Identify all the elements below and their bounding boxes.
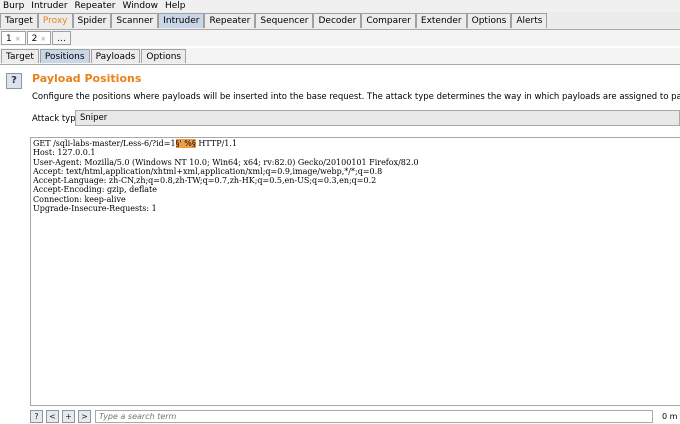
request-header: Host: 127.0.0.1 [33, 148, 96, 158]
tab-intruder-options[interactable]: Options [141, 49, 187, 63]
session-tab-label: 2 [31, 34, 38, 44]
request-header: Upgrade-Insecure-Requests: 1 [33, 204, 157, 214]
new-session-tab[interactable]: ... [52, 31, 71, 45]
search-bar: ? < + > 0 m [30, 409, 680, 424]
request-editor[interactable]: GET /sqli-labs-master/Less-6/?id=1§' %§ … [30, 137, 680, 406]
menu-help[interactable]: Help [162, 0, 190, 12]
tab-options[interactable]: Options [466, 13, 512, 28]
request-line-text: GET /sqli-labs-master/Less-6/?id=1 [33, 139, 176, 148]
tab-comparer[interactable]: Comparer [361, 13, 416, 28]
request-header: Connection: keep-alive [33, 194, 126, 204]
session-tab-label: 1 [6, 34, 12, 44]
request-header: Accept-Language: zh-CN,zh;q=0.8,zh-TW;q=… [33, 176, 377, 186]
tab-proxy[interactable]: Proxy [37, 13, 73, 28]
request-header: Accept: text/html,application/xhtml+xml,… [33, 166, 383, 176]
tab-positions[interactable]: Positions [39, 49, 90, 63]
next-button[interactable]: > [78, 410, 91, 423]
help-icon[interactable]: ? [6, 73, 22, 89]
add-button[interactable]: + [62, 410, 75, 423]
search-help-button[interactable]: ? [30, 410, 43, 423]
tab-repeater[interactable]: Repeater [204, 13, 256, 28]
tab-intruder[interactable]: Intruder [158, 13, 205, 28]
intruder-tab-bar: Target Positions Payloads Options [0, 48, 680, 65]
tab-scanner[interactable]: Scanner [111, 13, 159, 28]
tab-extender[interactable]: Extender [415, 13, 467, 28]
tab-intruder-target[interactable]: Target [1, 49, 39, 63]
menu-bar: Burp Intruder Repeater Window Help [0, 0, 680, 12]
tab-target[interactable]: Target [0, 13, 38, 28]
session-tab-bar: 1 × 2 × ... [0, 30, 680, 46]
request-line-text: HTTP/1.1 [195, 139, 238, 148]
search-input[interactable] [95, 410, 653, 423]
request-header: Accept-Encoding: gzip, deflate [33, 185, 158, 195]
payload-marker[interactable]: §' %§ [175, 139, 196, 148]
page-title: Payload Positions [32, 72, 142, 85]
request-line: GET /sqli-labs-master/Less-6/?id=1§' %§ … [33, 139, 678, 148]
match-count: 0 m [662, 412, 678, 421]
session-tab-1[interactable]: 1 × [1, 31, 26, 45]
main-tab-bar: Target Proxy Spider Scanner Intruder Rep… [0, 12, 680, 30]
menu-window[interactable]: Window [119, 0, 162, 12]
menu-repeater[interactable]: Repeater [72, 0, 120, 12]
attack-type-select[interactable]: Sniper [75, 110, 680, 126]
menu-burp[interactable]: Burp [0, 0, 28, 12]
tab-sequencer[interactable]: Sequencer [255, 13, 314, 28]
panel-description: Configure the positions where payloads w… [32, 92, 680, 102]
menu-intruder[interactable]: Intruder [28, 0, 71, 12]
request-header: User-Agent: Mozilla/5.0 (Windows NT 10.0… [33, 157, 419, 167]
tab-payloads[interactable]: Payloads [90, 49, 141, 63]
close-icon[interactable]: × [15, 35, 21, 43]
close-icon[interactable]: × [40, 35, 46, 43]
tab-alerts[interactable]: Alerts [511, 13, 548, 28]
tab-spider[interactable]: Spider [72, 13, 112, 28]
previous-button[interactable]: < [46, 410, 59, 423]
tab-decoder[interactable]: Decoder [313, 13, 362, 28]
session-tab-2[interactable]: 2 × [26, 31, 52, 45]
